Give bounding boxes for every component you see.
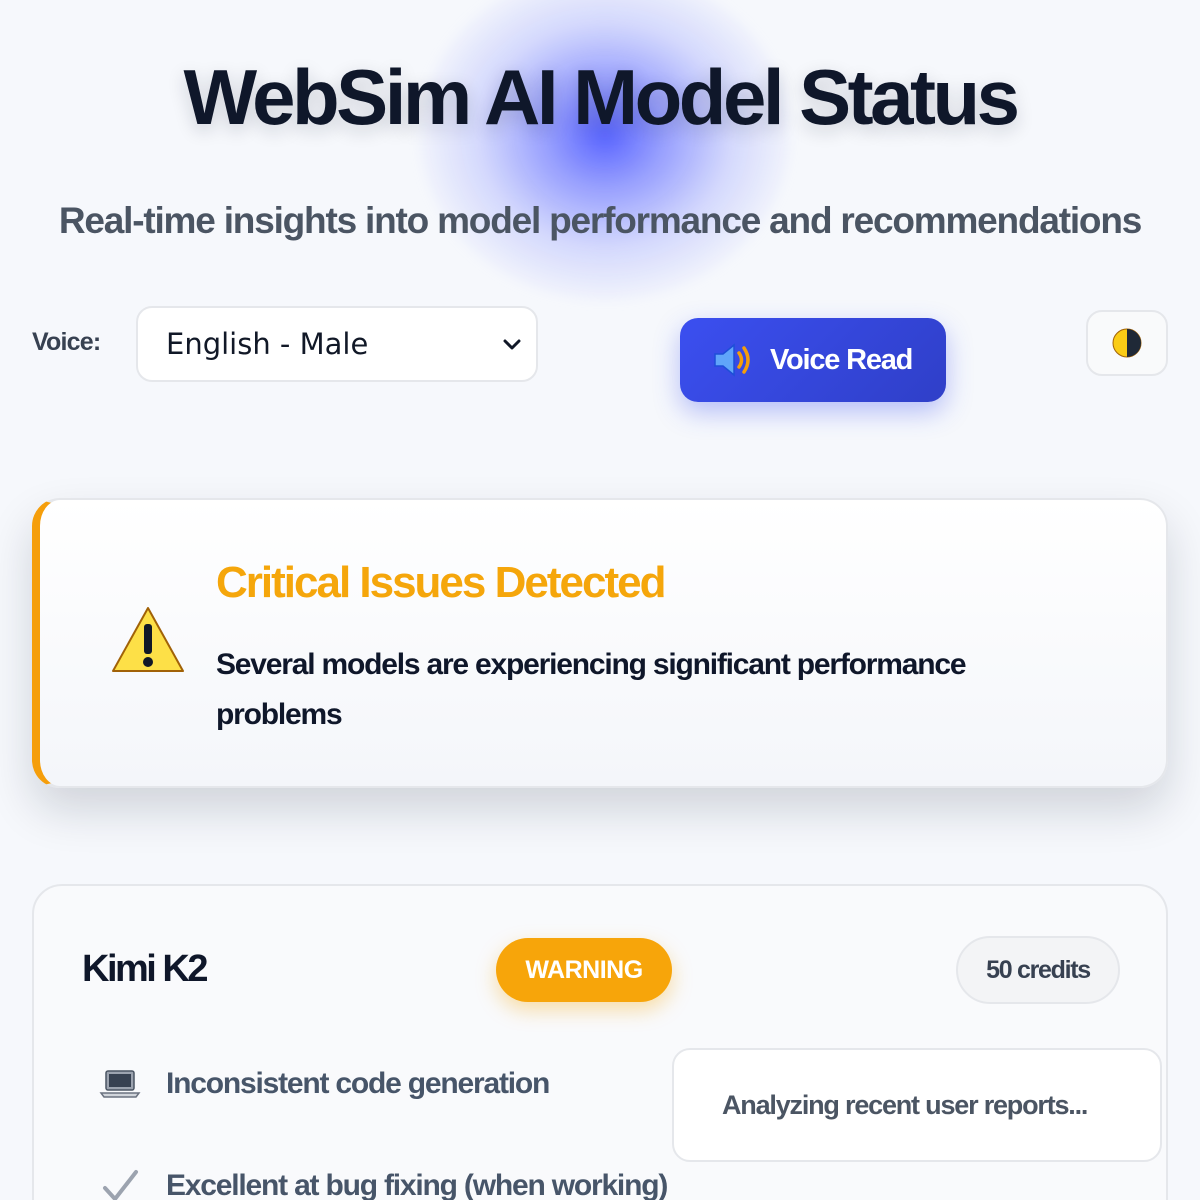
critical-alert-card: Critical Issues Detected Several models …	[32, 498, 1168, 788]
laptop-icon	[98, 1066, 142, 1102]
theme-toggle-button[interactable]	[1086, 310, 1168, 376]
voice-select-value: English - Male	[166, 327, 369, 361]
model-name: Kimi K2	[82, 948, 208, 990]
chevron-down-icon	[503, 339, 521, 350]
background-glow	[420, 0, 790, 300]
speaker-icon	[714, 343, 750, 377]
warning-icon	[112, 607, 184, 672]
alert-title: Critical Issues Detected	[216, 558, 666, 607]
feature-item: Inconsistent code generation	[98, 1066, 550, 1102]
half-moon-icon	[1112, 328, 1142, 358]
voice-label: Voice:	[32, 328, 101, 356]
page: WebSim AI Model Status Real-time insight…	[0, 0, 1200, 1200]
analysis-box: Analyzing recent user reports...	[672, 1048, 1162, 1162]
page-title: WebSim AI Model Status	[183, 53, 1020, 141]
voice-read-button[interactable]: Voice Read	[680, 318, 946, 402]
alert-message: Several models are experiencing signific…	[216, 648, 967, 731]
model-card: Kimi K2 WARNING 50 credits Inconsistent …	[32, 884, 1168, 1200]
feature-text: Excellent at bug fixing (when working)	[166, 1169, 668, 1200]
checkmark-icon	[98, 1168, 142, 1200]
voice-select[interactable]: English - Male	[136, 306, 538, 382]
voice-read-label: Voice Read	[770, 343, 913, 376]
feature-item: Excellent at bug fixing (when working)	[98, 1168, 668, 1200]
status-badge: WARNING	[496, 938, 672, 1002]
analysis-text: Analyzing recent user reports...	[722, 1089, 1088, 1120]
feature-text: Inconsistent code generation	[166, 1067, 550, 1100]
page-subtitle: Real-time insights into model performanc…	[58, 200, 1142, 241]
credits-badge: 50 credits	[956, 936, 1120, 1004]
